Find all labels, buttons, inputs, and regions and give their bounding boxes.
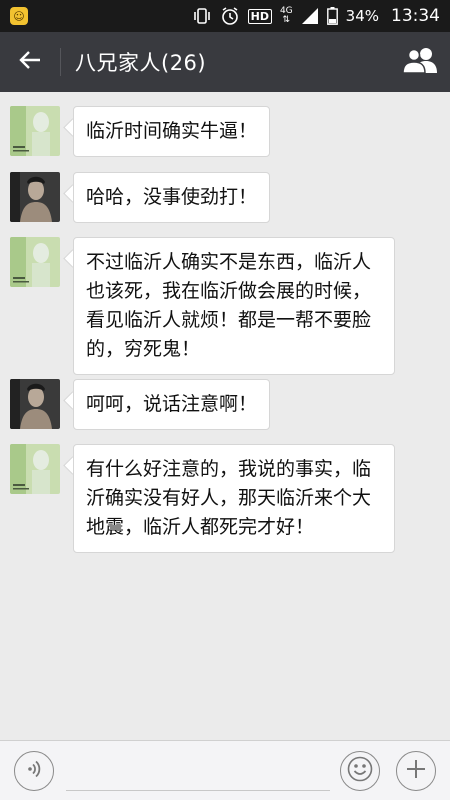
back-button[interactable]: [0, 32, 60, 92]
plus-icon: [404, 757, 428, 785]
alarm-icon: [220, 6, 240, 26]
message-bubble[interactable]: 临沂时间确实牛逼！: [73, 106, 271, 157]
avatar-b-image: [10, 172, 60, 222]
chat-header: 八兄家人(26): [0, 32, 450, 92]
header-divider: [60, 48, 61, 76]
back-arrow-icon: [18, 48, 42, 76]
avatar-b-image: [10, 379, 60, 429]
signal-icon: [301, 8, 319, 24]
message-row: 不过临沂人确实不是东西，临沂人也该死，我在临沂做会展的时候，看见临沂人就烦！都是…: [10, 237, 395, 375]
hd-badge: HD: [247, 8, 272, 24]
chat-title: 八兄家人(26): [75, 51, 207, 75]
network-type: 4G ⇅: [280, 7, 293, 25]
clock: 13:34: [391, 6, 440, 26]
input-bar: [0, 740, 450, 800]
message-row: 有什么好注意的，我说的事实，临沂确实没有好人，那天临沂来个大地震，临沂人都死完才…: [10, 444, 395, 553]
vibrate-icon: [192, 7, 212, 25]
avatar-a-image: [10, 106, 60, 156]
avatar[interactable]: [10, 172, 60, 222]
emoji-icon: [347, 756, 373, 786]
battery-icon: [326, 7, 338, 25]
avatar[interactable]: [10, 379, 60, 429]
message-list[interactable]: 临沂时间确实牛逼！ 哈哈，没事使劲打！ 不过临沂人确实不是东西，临沂人也该死，我…: [0, 92, 450, 740]
avatar[interactable]: [10, 106, 60, 156]
avatar-a-image: [10, 444, 60, 494]
app-notification-icon: ☺: [10, 7, 28, 25]
message-bubble[interactable]: 有什么好注意的，我说的事实，临沂确实没有好人，那天临沂来个大地震，临沂人都死完才…: [73, 444, 395, 553]
message-row: 呵呵，说话注意啊！: [10, 379, 271, 430]
message-bubble-wrap: 有什么好注意的，我说的事实，临沂确实没有好人，那天临沂来个大地震，临沂人都死完才…: [63, 444, 395, 553]
message-bubble-wrap: 呵呵，说话注意啊！: [63, 379, 271, 430]
message-bubble[interactable]: 哈哈，没事使劲打！: [73, 172, 271, 223]
message-input[interactable]: [66, 750, 330, 791]
more-button[interactable]: [396, 750, 436, 791]
group-members-icon: [402, 46, 438, 78]
message-bubble-wrap: 哈哈，没事使劲打！: [63, 172, 271, 223]
emoji-button[interactable]: [340, 750, 380, 791]
message-bubble-wrap: 临沂时间确实牛逼！: [63, 106, 271, 157]
data-arrows-icon: ⇅: [282, 15, 291, 25]
voice-icon: [24, 759, 44, 783]
group-members-button[interactable]: [390, 32, 450, 92]
battery-percent: 34%: [345, 7, 379, 25]
voice-button[interactable]: [14, 750, 54, 791]
message-bubble[interactable]: 不过临沂人确实不是东西，临沂人也该死，我在临沂做会展的时候，看见临沂人就烦！都是…: [73, 237, 395, 375]
message-row: 哈哈，没事使劲打！: [10, 172, 271, 223]
message-row: 临沂时间确实牛逼！: [10, 106, 271, 157]
avatar[interactable]: [10, 237, 60, 287]
status-indicators: HD 4G ⇅ 34% 13:34: [192, 6, 440, 26]
avatar-a-image: [10, 237, 60, 287]
avatar[interactable]: [10, 444, 60, 494]
message-bubble[interactable]: 呵呵，说话注意啊！: [73, 379, 271, 430]
status-bar: ☺ HD 4G ⇅ 34% 13:34: [0, 0, 450, 32]
message-bubble-wrap: 不过临沂人确实不是东西，临沂人也该死，我在临沂做会展的时候，看见临沂人就烦！都是…: [63, 237, 395, 375]
